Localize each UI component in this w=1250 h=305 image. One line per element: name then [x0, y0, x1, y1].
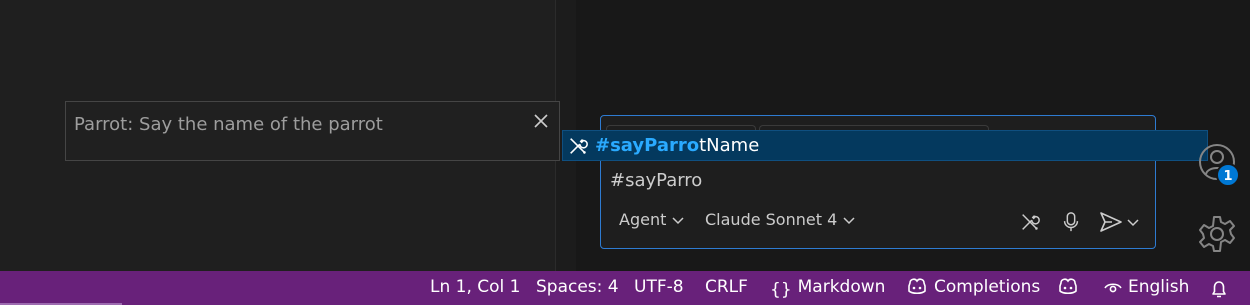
mode-label: Agent [619, 210, 667, 229]
status-locale[interactable]: English [1104, 277, 1189, 299]
status-encoding[interactable]: UTF-8 [634, 277, 684, 299]
status-locale-label: English [1128, 277, 1190, 297]
suggest-label: #sayParrotName [595, 135, 759, 156]
status-language-label: Markdown [797, 277, 886, 297]
suggest-widget: #sayParrotName [562, 130, 1208, 161]
model-label: Claude Sonnet 4 [705, 210, 838, 229]
suggest-rest: tName [699, 135, 760, 156]
account-badge: 1 [1216, 163, 1240, 187]
suggest-match: #sayParro [595, 135, 700, 156]
chevron-down-icon [672, 216, 684, 224]
tools-icon[interactable] [1019, 210, 1041, 234]
tools-icon [570, 138, 588, 154]
status-copilot[interactable] [1057, 277, 1079, 299]
bell-icon[interactable] [1210, 278, 1228, 300]
eye-icon [1104, 283, 1122, 293]
copilot-icon [1059, 278, 1077, 295]
status-eol[interactable]: CRLF [705, 277, 748, 299]
mode-picker[interactable]: Agent [619, 210, 684, 229]
chat-input-text[interactable]: #sayParro [610, 170, 702, 191]
chevron-down-icon[interactable] [1126, 210, 1140, 234]
status-bar: Ln 1, Col 1 Spaces: 4 UTF-8 CRLF {} Markd… [0, 271, 1250, 305]
status-indentation[interactable]: Spaces: 4 [536, 277, 619, 299]
microphone-icon[interactable] [1060, 210, 1082, 234]
close-icon[interactable] [533, 113, 549, 129]
status-language[interactable]: {} Markdown [770, 277, 886, 300]
status-cursor-position[interactable]: Ln 1, Col 1 [430, 277, 521, 299]
hover-widget: Parrot: Say the name of the parrot [65, 101, 560, 161]
hover-text: Parrot: Say the name of the parrot [74, 114, 383, 135]
status-completions-label: Completions [934, 277, 1041, 297]
copilot-icon [908, 278, 926, 295]
status-completions[interactable]: Completions [906, 277, 1040, 299]
send-icon[interactable] [1098, 210, 1124, 234]
model-picker[interactable]: Claude Sonnet 4 [705, 210, 855, 229]
chevron-down-icon [843, 216, 855, 224]
suggest-item[interactable]: #sayParrotName [563, 131, 1207, 160]
gear-icon[interactable] [1197, 214, 1237, 254]
braces-icon: {} [770, 280, 792, 300]
chat-toolbar: Agent Claude Sonnet 4 [601, 210, 1155, 236]
